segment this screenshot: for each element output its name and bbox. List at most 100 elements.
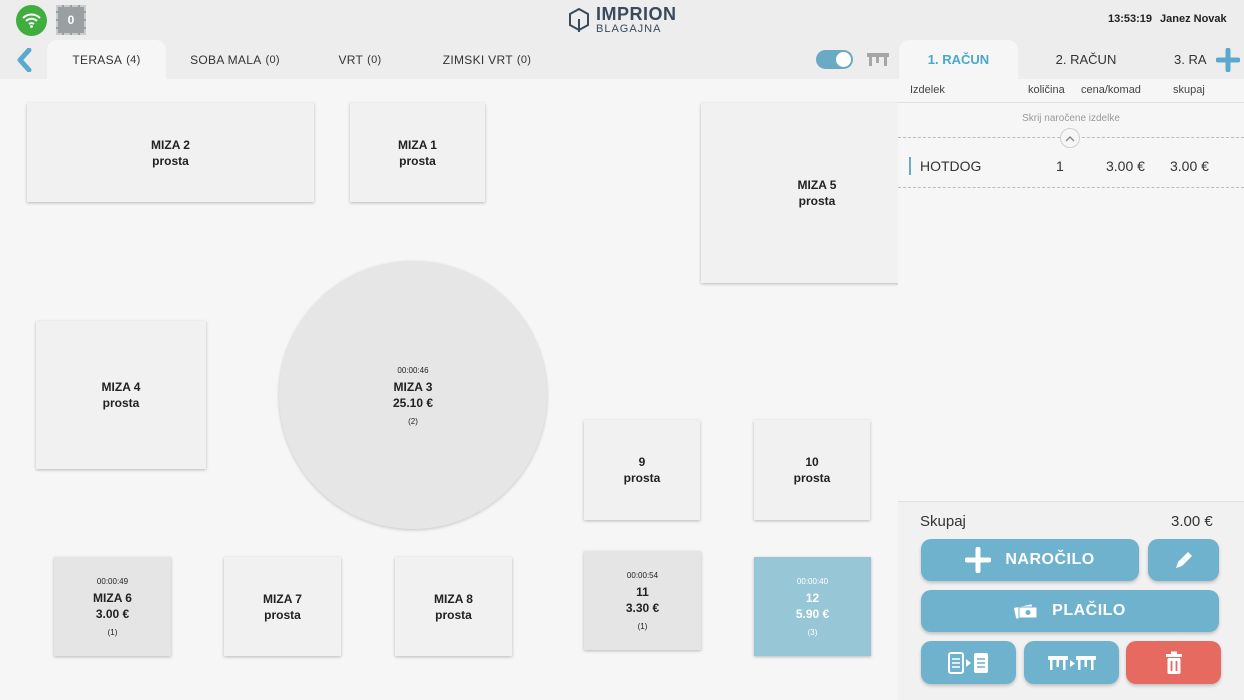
- floor-plan: MIZA 2 prosta MIZA 1 prosta MIZA 5 prost…: [0, 79, 898, 700]
- wifi-icon: [16, 5, 47, 36]
- table-9[interactable]: 9 prosta: [584, 420, 700, 520]
- column-item: Izdelek: [910, 84, 945, 96]
- table-10[interactable]: 10 prosta: [754, 420, 870, 520]
- tab-count: (4): [126, 53, 141, 66]
- table-name: MIZA 5: [797, 178, 837, 192]
- table-11[interactable]: 00:00:54 11 3.30 € (1): [584, 551, 701, 650]
- bill-total: Skupaj 3.00 €: [898, 501, 1244, 537]
- pending-count-badge[interactable]: 0: [56, 5, 86, 35]
- table-name: 11: [636, 585, 649, 599]
- table-miza-4[interactable]: MIZA 4 prosta: [36, 321, 206, 469]
- item-qty: 1: [1056, 158, 1064, 174]
- table-amount: 3.30 €: [625, 601, 660, 615]
- delete-button[interactable]: [1126, 641, 1221, 684]
- order-button-label: NAROČILO: [1005, 551, 1095, 568]
- table-name: MIZA 6: [93, 591, 132, 605]
- logo-subtitle: BLAGAJNA: [596, 23, 662, 35]
- table-status: prosta: [152, 153, 189, 168]
- tab-count: (0): [265, 53, 280, 66]
- table-guests: (3): [807, 628, 818, 637]
- table-timer: 00:00:54: [626, 571, 659, 580]
- add-bill-icon[interactable]: [1215, 47, 1241, 73]
- table-miza-6[interactable]: 00:00:49 MIZA 6 3.00 € (1): [54, 557, 171, 656]
- table-name: MIZA 4: [101, 380, 141, 394]
- tab-bill-1[interactable]: 1. RAČUN: [899, 40, 1018, 79]
- tab-label: VRT: [338, 52, 364, 67]
- payment-button-label: PLAČILO: [1052, 602, 1126, 619]
- table-timer: 00:00:49: [96, 577, 129, 586]
- table-name: 12: [805, 591, 820, 605]
- bill-tabs: 1. RAČUN 2. RAČUN 3. RA: [898, 40, 1244, 79]
- trash-icon: [1165, 651, 1182, 674]
- pencil-icon: [1175, 552, 1192, 568]
- table-name: 10: [805, 455, 819, 469]
- move-table-button[interactable]: [1024, 641, 1119, 684]
- tab-count: (0): [516, 53, 532, 66]
- split-bill-button[interactable]: [921, 641, 1016, 684]
- tab-count: (0): [367, 53, 382, 66]
- split-bill-icon: [947, 651, 988, 674]
- table-miza-8[interactable]: MIZA 8 prosta: [395, 557, 512, 656]
- tab-soba-mala[interactable]: SOBA MALA (0): [172, 40, 298, 79]
- logo-icon: [569, 7, 589, 32]
- table-guests: (2): [408, 416, 418, 426]
- logo-name: IMPRION: [596, 4, 677, 24]
- order-line-item[interactable]: HOTDOG 1 3.00 € 3.00 €: [908, 155, 1238, 179]
- table-name: MIZA 1: [398, 137, 437, 152]
- tab-zimski-vrt[interactable]: ZIMSKI VRT (0): [425, 40, 549, 79]
- table-layout-icon[interactable]: [866, 50, 890, 73]
- table-timer: 00:00:40: [796, 577, 829, 586]
- table-miza-3[interactable]: 00:00:46 MIZA 3 25.10 € (2): [279, 261, 547, 529]
- tab-label: ZIMSKI VRT: [442, 52, 513, 67]
- total-value: 3.00 €: [1171, 513, 1213, 530]
- user-name[interactable]: Janez Novak: [1160, 13, 1227, 25]
- table-status: prosta: [102, 396, 140, 410]
- item-name: HOTDOG: [920, 158, 982, 174]
- table-guests: (1): [637, 622, 648, 631]
- item-price: 3.00 €: [1106, 158, 1145, 174]
- divider: [898, 187, 1244, 188]
- table-12[interactable]: 00:00:40 12 5.90 € (3): [754, 557, 871, 656]
- tab-bill-2[interactable]: 2. RAČUN: [1038, 40, 1134, 79]
- table-name: MIZA 7: [263, 591, 302, 606]
- edit-button[interactable]: [1148, 539, 1219, 581]
- table-status: prosta: [264, 607, 301, 622]
- table-status: prosta: [798, 194, 836, 208]
- cash-icon: [1014, 604, 1038, 619]
- top-bar: 0 IMPRION BLAGAJNA 13:53:19 Janez Novak: [0, 0, 1244, 40]
- table-miza-2[interactable]: MIZA 2 prosta: [27, 103, 314, 202]
- order-column-headers: Izdelek količina cena/komad skupaj: [898, 79, 1244, 103]
- payment-button[interactable]: PLAČILO: [921, 590, 1219, 632]
- item-total: 3.00 €: [1170, 158, 1209, 174]
- table-status: prosta: [793, 471, 831, 485]
- layout-toggle[interactable]: [816, 50, 853, 69]
- table-miza-1[interactable]: MIZA 1 prosta: [350, 103, 485, 202]
- table-amount: 5.90 €: [795, 607, 830, 621]
- table-miza-7[interactable]: MIZA 7 prosta: [224, 557, 341, 656]
- column-total: skupaj: [1173, 84, 1205, 96]
- order-button[interactable]: NAROČILO: [921, 539, 1139, 581]
- tab-bill-3[interactable]: 3. RA: [1174, 40, 1214, 79]
- tab-terasa[interactable]: TERASA (4): [47, 40, 166, 79]
- app-logo: IMPRION BLAGAJNA: [568, 5, 677, 35]
- tab-label: TERASA: [72, 52, 123, 67]
- column-qty: količina: [1028, 84, 1065, 96]
- back-arrow-icon[interactable]: [14, 47, 34, 73]
- table-guests: (1): [107, 628, 118, 637]
- table-miza-5[interactable]: MIZA 5 prosta: [701, 103, 898, 283]
- table-status: prosta: [435, 607, 472, 622]
- table-amount: 3.00 €: [95, 607, 130, 621]
- bill-panel: 1. RAČUN 2. RAČUN 3. RA Izdelek količina…: [898, 40, 1244, 700]
- tab-vrt[interactable]: VRT (0): [320, 40, 400, 79]
- total-label: Skupaj: [920, 513, 966, 530]
- hide-ordered-toggle[interactable]: Skrij naročene izdelke: [898, 113, 1244, 124]
- column-price: cena/komad: [1081, 84, 1141, 96]
- clock: 13:53:19: [1108, 13, 1153, 25]
- table-status: prosta: [399, 153, 436, 168]
- table-name: MIZA 2: [151, 137, 190, 152]
- move-table-icon: [1047, 655, 1096, 670]
- table-timer: 00:00:46: [397, 365, 429, 375]
- chevron-up-icon[interactable]: [1060, 128, 1080, 148]
- table-amount: 25.10 €: [392, 395, 434, 410]
- room-tabs: TERASA (4) SOBA MALA (0) VRT (0) ZIMSKI VRT…: [0, 40, 898, 79]
